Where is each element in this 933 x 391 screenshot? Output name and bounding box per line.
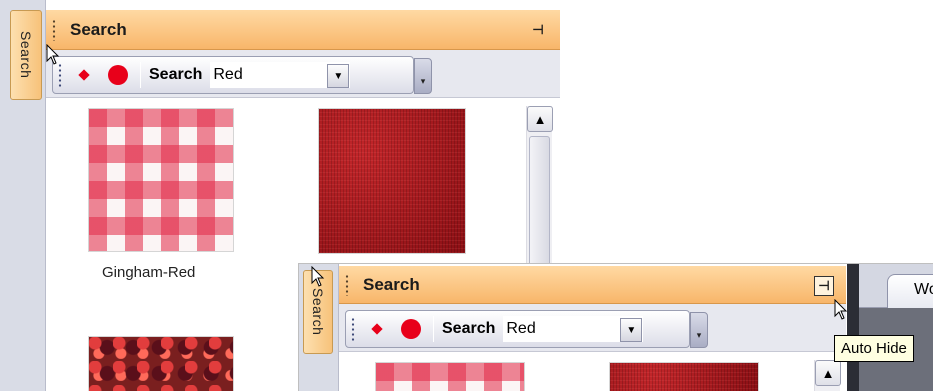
search-toolbar-2: Search Red ▼ [345, 310, 690, 348]
mouse-cursor-icon [46, 44, 60, 65]
side-tab-label-2: Search [310, 288, 326, 336]
berries-swatch[interactable] [88, 336, 234, 391]
large-red-dot-button[interactable] [108, 65, 128, 85]
dropdown-arrow-icon[interactable]: ▼ [327, 64, 350, 88]
vertical-scrollbar-2[interactable]: ▲ [814, 360, 841, 391]
panel-divider [847, 264, 859, 391]
search-combo-value: Red [213, 66, 243, 83]
pin-icon-2[interactable]: ⊣ [814, 276, 834, 296]
red-denim-swatch-2[interactable] [609, 362, 759, 391]
document-area: Wo [847, 264, 933, 391]
gingham-red-swatch-2[interactable] [375, 362, 525, 391]
mouse-cursor-icon-2 [311, 266, 325, 287]
toolbar-overflow-button[interactable]: ▾ [414, 58, 432, 94]
panel-title: Search [70, 19, 127, 39]
side-tab-search[interactable]: Search [10, 10, 42, 100]
auto-hide-tooltip: Auto Hide [834, 335, 914, 362]
document-tab[interactable]: Wo [887, 274, 933, 308]
toolbar-grip-icon[interactable] [58, 63, 62, 87]
search-combo-2[interactable]: Red ▼ [503, 316, 644, 342]
toolbar-overflow-button-2[interactable]: ▾ [690, 312, 708, 348]
pin-icon[interactable]: ⊣ [528, 20, 548, 40]
small-red-dot-button[interactable] [78, 69, 90, 81]
side-tab-label: Search [18, 31, 34, 79]
toolbar-area-2: Search Red ▼ ▾ [339, 304, 846, 352]
large-red-dot-button-2[interactable] [401, 319, 421, 339]
panel-title-bar-2[interactable]: Search ⊣ [339, 266, 846, 304]
swatch-label: Gingham-Red [102, 264, 196, 281]
document-tab-strip: Wo [847, 264, 933, 308]
search-toolbar: Search Red ▼ [52, 56, 414, 94]
small-red-dot-button-2[interactable] [371, 323, 383, 335]
results-area-2: ▲ [339, 352, 846, 391]
mouse-cursor-icon-3 [834, 299, 848, 320]
red-denim-swatch[interactable] [318, 108, 466, 254]
panel-title-bar[interactable]: Search ⊣ [46, 10, 560, 50]
toolbar-grip-icon-2[interactable] [351, 317, 355, 341]
search-panel-2: Search ⊣ Search Red ▼ ▾ ▲ [339, 264, 846, 391]
search-label: Search [149, 66, 203, 83]
search-panel-screenshot-2: Search Search ⊣ Search Red ▼ ▾ ▲ W [298, 263, 933, 391]
scroll-up-arrow-icon-2[interactable]: ▲ [815, 360, 841, 386]
grip-icon-2[interactable] [345, 273, 349, 296]
search-combo[interactable]: Red ▼ [210, 62, 351, 88]
panel-title-2: Search [363, 274, 420, 294]
gingham-red-swatch[interactable] [88, 108, 234, 252]
scroll-up-arrow-icon[interactable]: ▲ [527, 106, 553, 132]
search-label-2: Search [442, 320, 496, 337]
search-combo-value-2: Red [506, 320, 536, 337]
toolbar-area: Search Red ▼ ▾ [46, 50, 560, 98]
grip-icon[interactable] [52, 18, 56, 41]
toolbar-separator-2 [433, 316, 434, 342]
dropdown-arrow-icon-2[interactable]: ▼ [620, 318, 643, 342]
auto-hide-strip: Search [0, 0, 46, 391]
toolbar-separator [140, 62, 141, 88]
